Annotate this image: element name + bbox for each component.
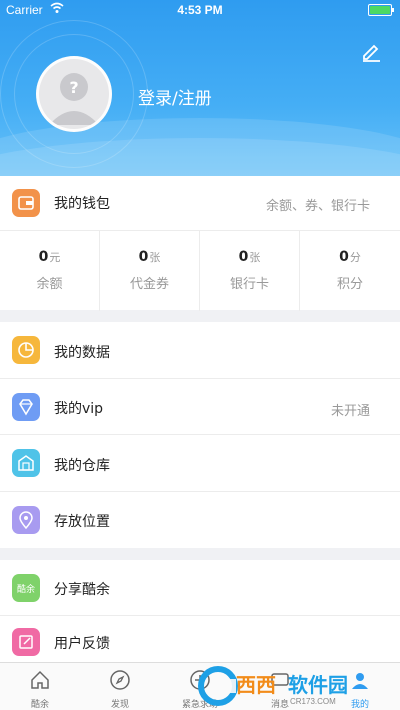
stat-value: 0 [339,249,349,265]
svg-text:CR173.COM: CR173.COM [290,697,336,706]
default-avatar-icon: ? [49,73,99,125]
svg-text:软件园: 软件园 [288,673,348,697]
compass-icon [110,670,130,690]
clock: 4:53 PM [177,3,223,17]
stat-caption: 代金券 [129,277,169,292]
wallet-detail: 余额、券、银行卡 [265,199,370,214]
stat-caption: 银行卡 [229,277,269,292]
pencil-icon[interactable] [360,40,382,62]
wallet-card: 我的钱包 余额、券、银行卡 0元 余额 0张 代金券 0张 银行卡 0分 积分 [0,176,400,311]
svg-text:西西: 西西 [236,675,276,697]
feedback-icon [12,628,40,656]
menu-item-label: 我的仓库 [54,458,110,474]
pie-chart-icon [12,336,40,364]
tab-label: 发现 [110,700,129,710]
menu-group: 酷余 分享酷余 用户反馈 [0,560,400,666]
menu-item-my-warehouse[interactable]: 我的仓库 [0,435,400,492]
stat-caption: 余额 [36,277,63,292]
status-bar: Carrier 4:53 PM [0,0,400,20]
stat-value: 0 [238,249,249,265]
menu-item-label: 存放位置 [54,514,110,530]
menu-group: 我的数据 我的vip 未开通 我的仓库 存放位置 [0,322,400,548]
warehouse-icon [12,449,40,477]
stat-unit: 张 [149,251,161,264]
tab-home[interactable]: 酷余 [0,663,80,710]
stat-value: 0 [138,249,149,265]
wallet-row[interactable]: 我的钱包 余额、券、银行卡 [0,176,400,230]
wallet-icon [12,189,40,217]
wallet-label: 我的钱包 [54,196,110,212]
stat-vouchers[interactable]: 0张 代金券 [100,231,200,311]
share-icon: 酷余 [12,574,40,602]
svg-text:酷余: 酷余 [17,583,35,595]
location-pin-icon [12,506,40,534]
stat-caption: 积分 [336,277,363,292]
menu-item-label: 我的vip [54,401,104,417]
stat-unit: 元 [49,251,61,264]
battery-icon [368,4,394,16]
tab-label: 酷余 [30,700,49,710]
wallet-stats: 0元 余额 0张 代金券 0张 银行卡 0分 积分 [0,230,400,311]
menu-item-my-data[interactable]: 我的数据 [0,322,400,379]
vip-status: 未开通 [330,404,370,419]
stat-balance[interactable]: 0元 余额 [0,231,100,311]
home-icon [31,670,49,689]
tab-discover[interactable]: 发现 [80,663,160,710]
menu-item-feedback[interactable]: 用户反馈 [0,616,400,666]
svg-text:?: ? [69,78,78,97]
profile-header: Carrier 4:53 PM ? 登录/注册 [0,0,400,176]
menu-item-label: 用户反馈 [54,636,110,652]
watermark-logo: 西西 软件园 CR173.COM [198,666,348,706]
stat-bank-cards[interactable]: 0张 银行卡 [200,231,300,311]
menu-item-label: 分享酷余 [54,582,110,598]
stat-unit: 分 [349,251,361,264]
menu-item-my-vip[interactable]: 我的vip 未开通 [0,379,400,435]
stat-value: 0 [38,249,49,265]
menu-item-storage-location[interactable]: 存放位置 [0,492,400,548]
avatar[interactable]: ? [36,56,112,132]
diamond-icon [12,393,40,421]
stat-points[interactable]: 0分 积分 [300,231,400,311]
stat-unit: 张 [249,251,261,264]
menu-item-share[interactable]: 酷余 分享酷余 [0,560,400,616]
login-register-link[interactable]: 登录/注册 [138,84,212,109]
menu-item-label: 我的数据 [54,345,110,361]
